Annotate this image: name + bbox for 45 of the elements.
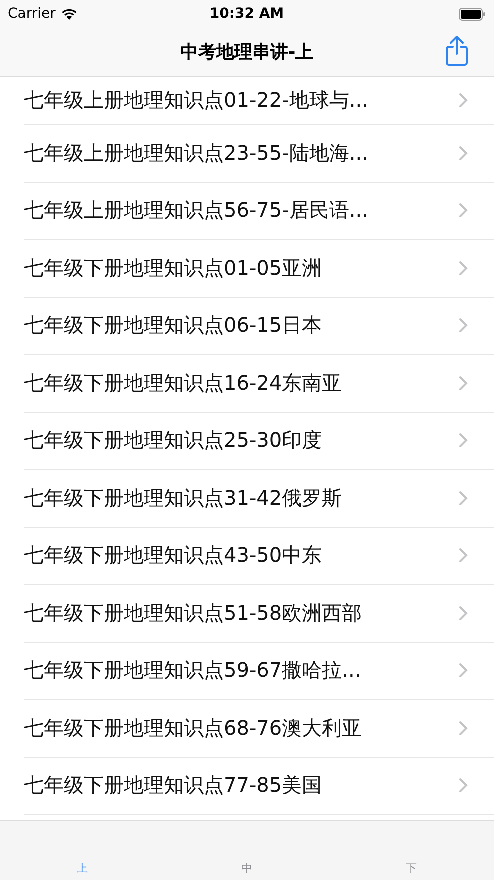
list-row[interactable]: 七年级下册地理知识点01-05亚洲	[24, 240, 494, 298]
carrier-label: Carrier	[8, 6, 56, 22]
chevron-icon	[459, 93, 468, 108]
list-row[interactable]: 七年级下册地理知识点25-30印度	[24, 412, 494, 470]
row-title: 七年级下册地理知识点25-30印度	[24, 427, 322, 454]
list-row[interactable]: 七年级下册地理知识点16-24东南亚	[24, 355, 494, 412]
list-row[interactable]: 七年级下册地理知识点43-50中东	[24, 528, 494, 585]
nav-title: 中考地理串讲-上	[180, 41, 314, 64]
row-title: 七年级下册地理知识点77-85美国	[24, 772, 322, 800]
chevron-icon	[459, 203, 468, 218]
share-icon[interactable]	[446, 36, 468, 66]
row-title: 七年级下册地理知识点43-50中东	[24, 542, 322, 570]
list-row[interactable]: 七年级下册地理知识点31-42俄罗斯	[24, 470, 494, 528]
list-row[interactable]: 七年级下册地理知识点77-85美国	[24, 758, 494, 815]
list-row[interactable]: 七年级下册地理知识点68-76澳大利亚	[24, 700, 494, 758]
wifi-icon	[60, 8, 78, 20]
row-title: 七年级上册地理知识点01-22-地球与...	[24, 87, 368, 114]
row-title: 七年级上册地理知识点23-55-陆地海...	[24, 140, 368, 167]
row-title: 七年级下册地理知识点31-42俄罗斯	[24, 484, 342, 512]
row-title: 七年级下册地理知识点68-76澳大利亚	[24, 714, 362, 742]
row-title: 七年级下册地理知识点06-15日本	[24, 312, 322, 340]
list-row[interactable]: 七年级上册地理知识点23-55-陆地海...	[24, 125, 494, 182]
chevron-icon	[459, 260, 468, 276]
list-row[interactable]: 七年级下册地理知识点51-58欧洲西部	[24, 585, 494, 642]
list-row[interactable]: 七年级下册地理知识点06-15日本	[24, 298, 494, 355]
list-row[interactable]: 七年级上册地理知识点56-75-居民语...	[24, 182, 494, 240]
chevron-icon	[459, 778, 468, 794]
chevron-icon	[459, 433, 468, 448]
row-title: 七年级下册地理知识点51-58欧洲西部	[24, 600, 362, 627]
list-row[interactable]: 七年级上册地理知识点01-22-地球与...	[24, 77, 494, 125]
chevron-icon	[459, 490, 468, 506]
chevron-icon	[459, 548, 468, 564]
chevron-icon	[459, 720, 468, 736]
chevron-icon	[459, 318, 468, 334]
chevron-icon	[459, 376, 468, 391]
list-row[interactable]: 七年级下册地理知识点59-67撒哈拉...	[24, 642, 494, 700]
chevron-icon	[459, 146, 468, 161]
clock-time: 10:32 AM	[210, 6, 284, 22]
chevron-icon	[459, 606, 468, 621]
battery-icon	[459, 8, 486, 20]
row-title: 七年级上册地理知识点56-75-居民语...	[24, 197, 368, 224]
row-title: 七年级下册地理知识点16-24东南亚	[24, 370, 342, 397]
row-title: 七年级下册地理知识点01-05亚洲	[24, 254, 322, 282]
chevron-icon	[459, 663, 468, 678]
row-title: 七年级下册地理知识点59-67撒哈拉...	[24, 657, 362, 684]
